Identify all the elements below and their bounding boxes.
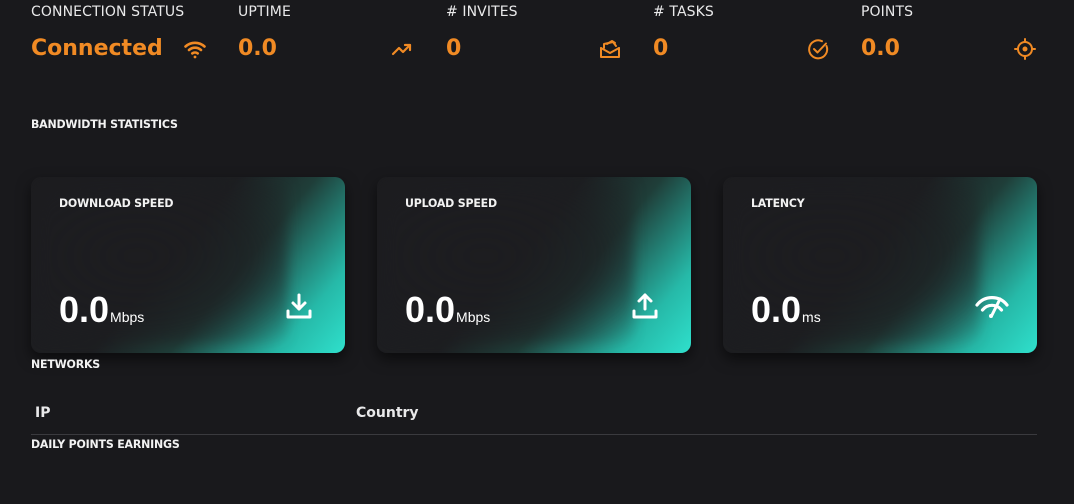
latency-card: LATENCY 0.0ms (723, 177, 1037, 353)
latency-value: 0.0ms (751, 289, 821, 331)
stat-label: # TASKS (653, 4, 714, 20)
stat-label: UPTIME (238, 4, 291, 20)
target-icon (1013, 37, 1037, 61)
card-unit: Mbps (456, 309, 491, 325)
invites-value: 0 (446, 36, 462, 61)
card-unit: ms (802, 309, 821, 325)
stat-label: POINTS (861, 4, 914, 20)
points-value: 0.0 (861, 36, 900, 61)
networks-heading: NETWORKS (31, 357, 101, 372)
wifi-speed-icon (974, 291, 1010, 321)
column-header-ip[interactable]: IP (35, 405, 50, 421)
check-circle-icon (806, 37, 830, 61)
wifi-icon (183, 37, 207, 61)
daily-points-earnings-heading: DAILY POINTS EARNINGS (31, 437, 180, 452)
networks-table-header: IP Country (31, 404, 1037, 435)
upload-speed-card: UPLOAD SPEED 0.0Mbps (377, 177, 691, 353)
upload-icon (630, 291, 660, 321)
download-icon (284, 291, 314, 321)
column-header-country[interactable]: Country (356, 405, 419, 421)
stat-uptime: UPTIME 0.0 (238, 0, 438, 70)
upload-speed-value: 0.0Mbps (405, 289, 490, 331)
uptime-value: 0.0 (238, 36, 277, 61)
bandwidth-statistics-heading: BANDWIDTH STATISTICS (31, 117, 178, 132)
stat-invites: # INVITES 0 (446, 0, 646, 70)
card-title: LATENCY (751, 196, 805, 211)
card-value-number: 0.0 (751, 289, 802, 330)
stat-label: # INVITES (446, 4, 518, 20)
trending-up-icon (390, 37, 414, 61)
card-value-number: 0.0 (59, 289, 110, 330)
tasks-value: 0 (653, 36, 669, 61)
download-speed-value: 0.0Mbps (59, 289, 144, 331)
stat-label: CONNECTION STATUS (31, 4, 185, 20)
card-title: DOWNLOAD SPEED (59, 196, 174, 211)
stat-tasks: # TASKS 0 (653, 0, 853, 70)
connection-status-value: Connected (31, 36, 163, 61)
envelope-stack-icon (598, 37, 622, 61)
stat-connection-status: CONNECTION STATUS Connected (31, 0, 231, 70)
card-unit: Mbps (110, 309, 145, 325)
card-value-number: 0.0 (405, 289, 456, 330)
stat-points: POINTS 0.0 (861, 0, 1061, 70)
download-speed-card: DOWNLOAD SPEED 0.0Mbps (31, 177, 345, 353)
dashboard: CONNECTION STATUS Connected UPTIME 0.0 #… (0, 0, 1074, 504)
card-title: UPLOAD SPEED (405, 196, 497, 211)
